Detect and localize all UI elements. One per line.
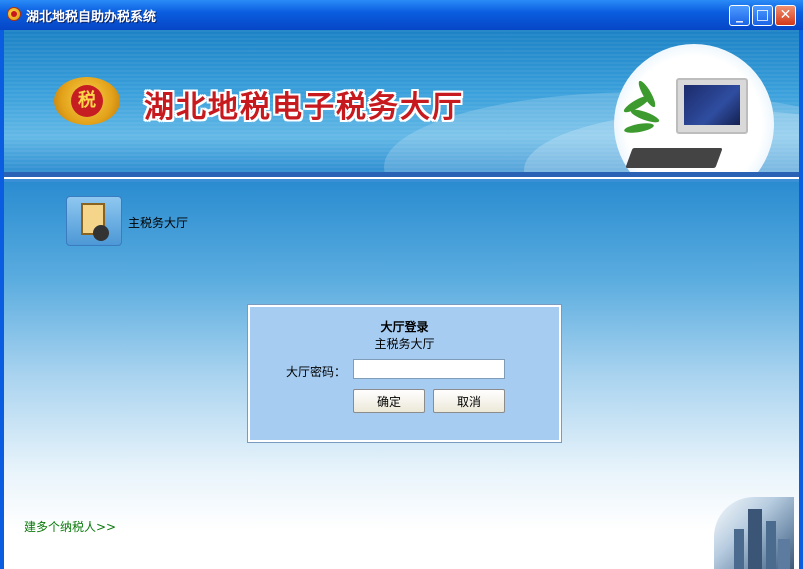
minimize-button[interactable]: _ [729, 5, 750, 26]
app-window: 湖北地税自助办税系统 _ □ ✕ 税 湖北地税电子税务大厅 主税务大厅 大厅登录… [0, 0, 803, 569]
city-skyline-image [714, 497, 794, 569]
cancel-button[interactable]: 取消 [433, 389, 505, 413]
login-title: 大厅登录 [380, 320, 429, 334]
tax-emblem-icon [7, 7, 21, 21]
clipboard-person-icon[interactable] [66, 196, 122, 246]
window-title: 湖北地税自助办税系统 [26, 10, 157, 25]
keyboard-icon [625, 148, 723, 168]
login-subtitle: 主税务大厅 [374, 337, 435, 351]
banner-divider [4, 172, 799, 182]
tax-emblem-logo: 税 [54, 77, 120, 125]
ok-button[interactable]: 确定 [353, 389, 425, 413]
hall-label[interactable]: 主税务大厅 [128, 214, 188, 231]
title-bar[interactable]: 湖北地税自助办税系统 _ □ ✕ [0, 0, 803, 30]
building [748, 509, 762, 569]
banner-title: 湖北地税电子税务大厅 [144, 90, 464, 125]
multi-taxpayer-link[interactable]: 建多个纳税人>> [24, 518, 116, 535]
building [734, 529, 744, 569]
emblem-char: 税 [71, 85, 103, 117]
plant-illustration [622, 79, 662, 150]
close-button[interactable]: ✕ [775, 5, 796, 26]
password-label: 大厅密码： [286, 365, 347, 379]
password-input[interactable] [353, 359, 505, 379]
person-shape [93, 225, 109, 241]
main-area: 主税务大厅 大厅登录 主税务大厅 大厅密码： 确定 取消 建多个纳税人>> [4, 182, 799, 569]
monitor-screen [684, 85, 740, 125]
leaf [623, 121, 655, 135]
login-panel: 大厅登录 主税务大厅 大厅密码： 确定 取消 [247, 304, 562, 443]
building [766, 521, 776, 569]
maximize-button[interactable]: □ [752, 5, 773, 26]
header-banner: 税 湖北地税电子税务大厅 [4, 30, 799, 172]
monitor-icon [676, 78, 748, 134]
building [778, 539, 790, 569]
